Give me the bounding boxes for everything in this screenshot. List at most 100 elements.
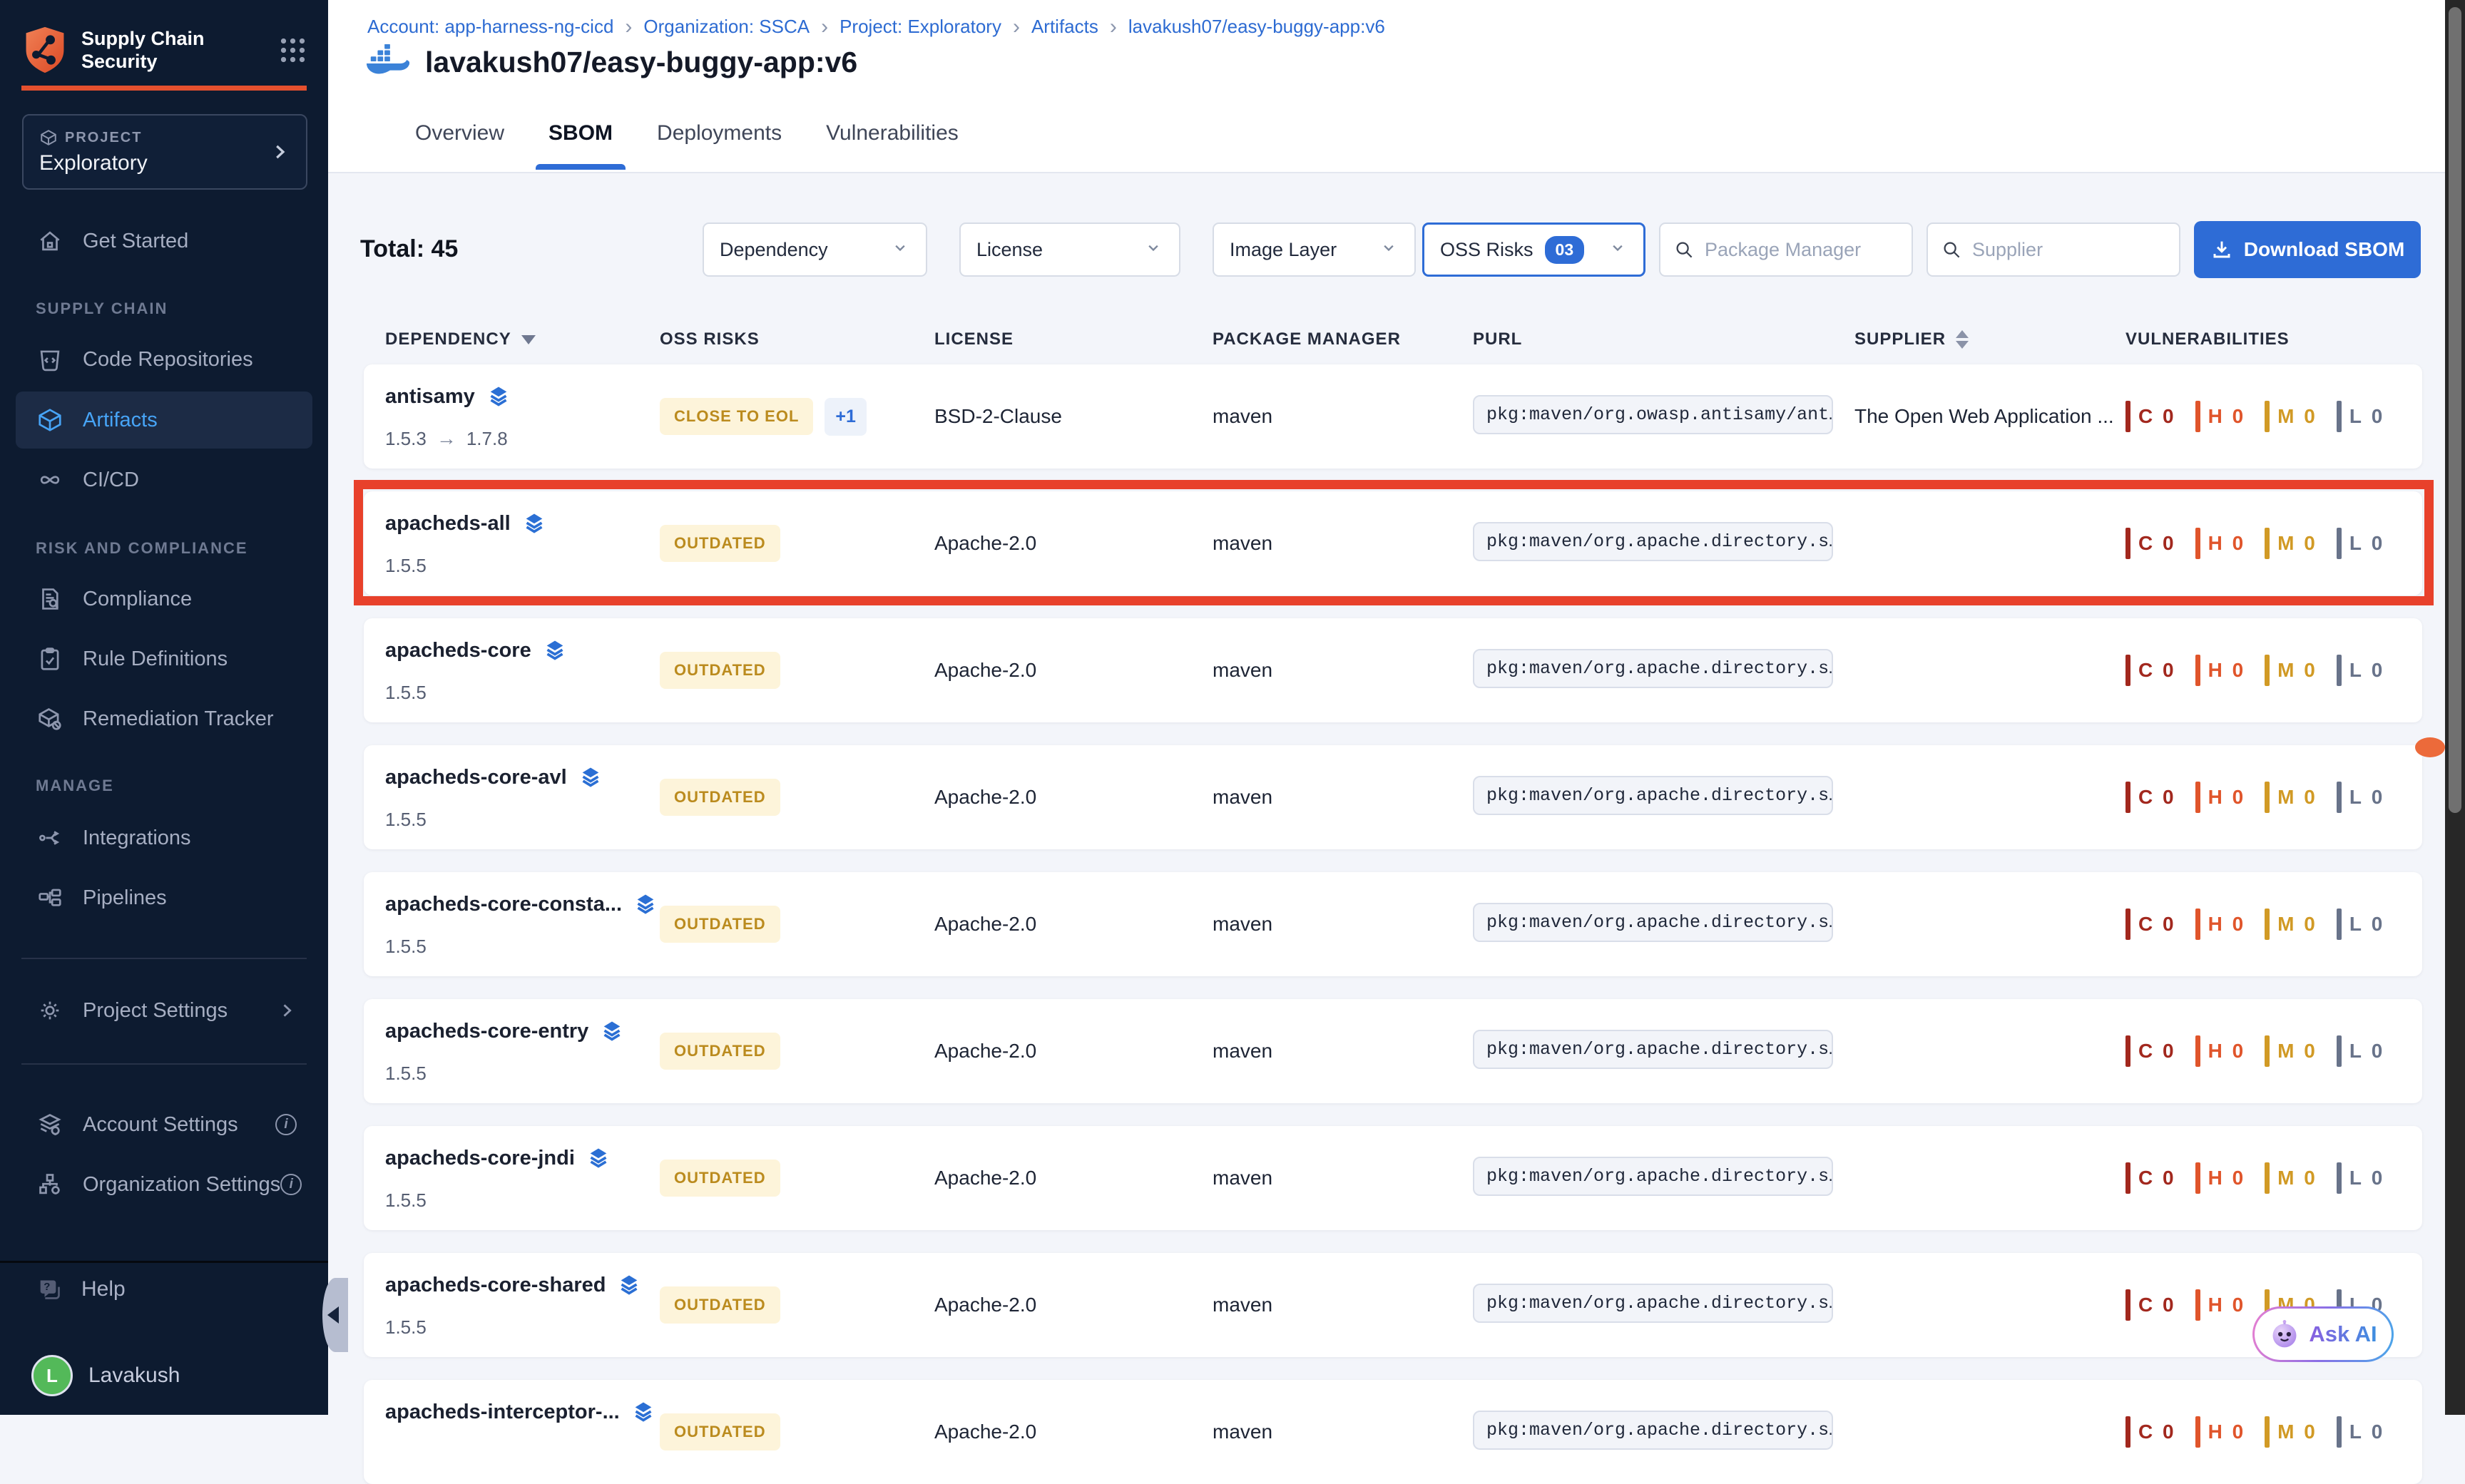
sidebar-item-integrations[interactable]: Integrations bbox=[16, 809, 312, 866]
sort-icon[interactable] bbox=[1956, 330, 1969, 349]
purl-pill[interactable]: pkg:maven/org.apache.directory.s… bbox=[1473, 903, 1833, 942]
vuln-count-high[interactable]: H 0 bbox=[2195, 401, 2246, 432]
vuln-count-critical[interactable]: C 0 bbox=[2125, 1416, 2176, 1448]
tab-sbom[interactable]: SBOM bbox=[547, 114, 614, 170]
table-row[interactable]: apacheds-core-entry1.5.5OUTDATEDApache-2… bbox=[364, 999, 2422, 1103]
vuln-count-medium[interactable]: M 0 bbox=[2265, 1162, 2317, 1194]
layers-icon[interactable] bbox=[578, 765, 603, 789]
breadcrumb-link[interactable]: lavakush07/easy-buggy-app:v6 bbox=[1128, 16, 1385, 38]
tab-deployments[interactable]: Deployments bbox=[655, 114, 783, 170]
sidebar-item-account-settings[interactable]: Account Settingsi bbox=[16, 1096, 312, 1153]
purl-pill[interactable]: pkg:maven/org.apache.directory.s… bbox=[1473, 1157, 1833, 1196]
purl-pill[interactable]: pkg:maven/org.apache.directory.s… bbox=[1473, 1284, 1833, 1323]
vuln-count-medium[interactable]: M 0 bbox=[2265, 528, 2317, 559]
vuln-count-low[interactable]: L 0 bbox=[2337, 401, 2384, 432]
sidebar-item-get-started[interactable]: Get Started bbox=[16, 213, 312, 270]
breadcrumb-link[interactable]: Project: Exploratory bbox=[839, 16, 1001, 38]
vuln-count-high[interactable]: H 0 bbox=[2195, 782, 2246, 813]
purl-pill[interactable]: pkg:maven/org.owasp.antisamy/ant… bbox=[1473, 395, 1833, 434]
risk-badge[interactable]: OUTDATED bbox=[660, 1033, 780, 1070]
table-row[interactable]: antisamy1.5.3→1.7.8CLOSE TO EOL+1BSD-2-C… bbox=[364, 364, 2422, 469]
vuln-count-medium[interactable]: M 0 bbox=[2265, 1035, 2317, 1067]
table-row[interactable]: apacheds-core-avl1.5.5OUTDATEDApache-2.0… bbox=[364, 745, 2422, 849]
vuln-count-critical[interactable]: C 0 bbox=[2125, 1289, 2176, 1321]
table-row[interactable]: apacheds-core-shared1.5.5OUTDATEDApache-… bbox=[364, 1253, 2422, 1357]
layers-icon[interactable] bbox=[486, 384, 511, 409]
sidebar-item-remediation-tracker[interactable]: Remediation Tracker bbox=[16, 690, 312, 747]
table-row[interactable]: apacheds-all1.5.5OUTDATEDApache-2.0maven… bbox=[364, 491, 2422, 595]
layers-icon[interactable] bbox=[600, 1019, 624, 1043]
vuln-count-high[interactable]: H 0 bbox=[2195, 1416, 2246, 1448]
sidebar-item-pipelines[interactable]: Pipelines bbox=[16, 869, 312, 926]
vuln-count-low[interactable]: L 0 bbox=[2337, 1416, 2384, 1448]
risk-badge[interactable]: OUTDATED bbox=[660, 652, 780, 689]
scrollbar-thumb[interactable] bbox=[2449, 7, 2461, 813]
user-menu[interactable]: L Lavakush bbox=[31, 1355, 180, 1396]
risk-extra-badge[interactable]: +1 bbox=[825, 398, 867, 436]
sidebar-item-artifacts[interactable]: Artifacts bbox=[16, 392, 312, 449]
sidebar-item-organization-settings[interactable]: Organization Settingsi bbox=[16, 1156, 312, 1213]
layers-icon[interactable] bbox=[631, 1400, 655, 1424]
project-selector[interactable]: PROJECT Exploratory bbox=[22, 114, 307, 190]
layers-icon[interactable] bbox=[543, 638, 567, 662]
vuln-count-critical[interactable]: C 0 bbox=[2125, 1162, 2176, 1194]
sidebar-item-ci-cd[interactable]: CI/CD bbox=[16, 451, 312, 508]
sidebar-item-project-settings[interactable]: Project Settings bbox=[16, 982, 312, 1039]
package-manager-input[interactable] bbox=[1705, 239, 1899, 261]
layers-icon[interactable] bbox=[633, 892, 658, 916]
risk-badge[interactable]: OUTDATED bbox=[660, 906, 780, 943]
breadcrumb-link[interactable]: Organization: SSCA bbox=[643, 16, 810, 38]
filter-select-image-layer[interactable]: Image Layer bbox=[1213, 222, 1416, 277]
sidebar-item-compliance[interactable]: Compliance bbox=[16, 570, 312, 628]
vuln-count-high[interactable]: H 0 bbox=[2195, 655, 2246, 686]
vuln-count-low[interactable]: L 0 bbox=[2337, 782, 2384, 813]
vuln-count-high[interactable]: H 0 bbox=[2195, 1035, 2246, 1067]
risk-badge[interactable]: CLOSE TO EOL bbox=[660, 398, 813, 435]
sort-descending-icon[interactable] bbox=[521, 335, 536, 344]
filter-select-license[interactable]: License bbox=[959, 222, 1180, 277]
vuln-count-high[interactable]: H 0 bbox=[2195, 909, 2246, 940]
vuln-count-low[interactable]: L 0 bbox=[2337, 909, 2384, 940]
table-row[interactable]: apacheds-core-jndi1.5.5OUTDATEDApache-2.… bbox=[364, 1126, 2422, 1230]
vuln-count-critical[interactable]: C 0 bbox=[2125, 782, 2176, 813]
risk-badge[interactable]: OUTDATED bbox=[660, 779, 780, 816]
vuln-count-critical[interactable]: C 0 bbox=[2125, 909, 2176, 940]
sidebar-item-rule-definitions[interactable]: Rule Definitions bbox=[16, 630, 312, 687]
table-row[interactable]: apacheds-interceptor-...OUTDATEDApache-2… bbox=[364, 1380, 2422, 1484]
vuln-count-high[interactable]: H 0 bbox=[2195, 1162, 2246, 1194]
vuln-count-critical[interactable]: C 0 bbox=[2125, 401, 2176, 432]
sidebar-collapse-handle[interactable] bbox=[322, 1278, 348, 1352]
scrollbar-track[interactable] bbox=[2445, 0, 2465, 1415]
vuln-count-low[interactable]: L 0 bbox=[2337, 1035, 2384, 1067]
download-sbom-button[interactable]: Download SBOM bbox=[2194, 221, 2421, 278]
layers-icon[interactable] bbox=[586, 1146, 611, 1170]
purl-pill[interactable]: pkg:maven/org.apache.directory.s… bbox=[1473, 776, 1833, 815]
risk-badge[interactable]: OUTDATED bbox=[660, 1160, 780, 1197]
risk-badge[interactable]: OUTDATED bbox=[660, 1286, 780, 1324]
vuln-count-critical[interactable]: C 0 bbox=[2125, 528, 2176, 559]
vuln-count-medium[interactable]: M 0 bbox=[2265, 401, 2317, 432]
purl-pill[interactable]: pkg:maven/org.apache.directory.s… bbox=[1473, 1030, 1833, 1069]
tab-overview[interactable]: Overview bbox=[414, 114, 506, 170]
tab-vulnerabilities[interactable]: Vulnerabilities bbox=[825, 114, 960, 170]
vuln-count-medium[interactable]: M 0 bbox=[2265, 782, 2317, 813]
supplier-input[interactable] bbox=[1972, 239, 2166, 261]
vuln-count-low[interactable]: L 0 bbox=[2337, 528, 2384, 559]
vuln-count-low[interactable]: L 0 bbox=[2337, 655, 2384, 686]
purl-pill[interactable]: pkg:maven/org.apache.directory.s… bbox=[1473, 522, 1833, 561]
app-switcher-grid-icon[interactable] bbox=[279, 36, 307, 64]
risk-badge[interactable]: OUTDATED bbox=[660, 525, 780, 562]
breadcrumb-link[interactable]: Account: app-harness-ng-cicd bbox=[367, 16, 613, 38]
purl-pill[interactable]: pkg:maven/org.apache.directory.s… bbox=[1473, 1411, 1833, 1450]
ask-ai-button[interactable]: Ask AI bbox=[2252, 1306, 2394, 1362]
vuln-count-medium[interactable]: M 0 bbox=[2265, 655, 2317, 686]
risk-badge[interactable]: OUTDATED bbox=[660, 1413, 780, 1450]
table-row[interactable]: apacheds-core-consta...1.5.5OUTDATEDApac… bbox=[364, 872, 2422, 976]
filter-select-oss-risks[interactable]: OSS Risks03 bbox=[1422, 222, 1645, 277]
layers-icon[interactable] bbox=[522, 511, 546, 536]
layers-icon[interactable] bbox=[617, 1273, 641, 1297]
vuln-count-medium[interactable]: M 0 bbox=[2265, 1416, 2317, 1448]
vuln-count-critical[interactable]: C 0 bbox=[2125, 655, 2176, 686]
vuln-count-medium[interactable]: M 0 bbox=[2265, 909, 2317, 940]
sidebar-item-code-repositories[interactable]: Code Repositories bbox=[16, 331, 312, 388]
